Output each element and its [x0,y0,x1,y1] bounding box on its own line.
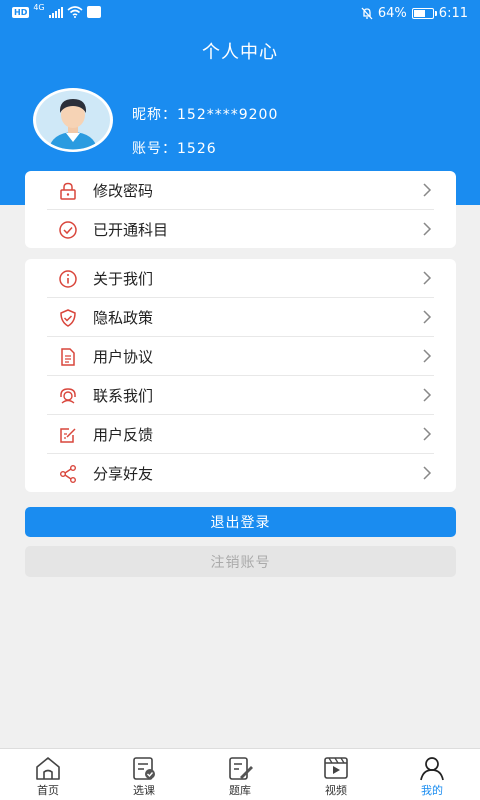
menu-item-label: 关于我们 [93,270,154,288]
menu-item-label: 用户反馈 [93,426,154,444]
chevron-right-icon [423,271,432,285]
status-bar: HD 4G 64% 6:11 [0,0,480,30]
menu-item-contact-us[interactable]: 联系我们 [25,376,456,415]
network-type: 4G [33,3,45,12]
chevron-right-icon [423,388,432,402]
page-title: 个人中心 [202,42,278,63]
menu-item-share-friends[interactable]: 分享好友 [25,454,456,493]
feedback-icon [57,424,79,446]
bottom-tab-bar: 首页 选课 题库 视频 我的 [0,748,480,800]
check-circle-icon [57,219,79,241]
document-icon [57,346,79,368]
info-menu-card: 关于我们 隐私政策 用户协议 联系我们 用户反馈 分享好友 [25,259,456,492]
nickname-label: 昵称： [132,107,177,123]
course-icon [133,757,155,780]
tab-label: 视频 [325,784,347,797]
nickname-value: 152****9200 [177,107,279,123]
chevron-right-icon [423,466,432,480]
chevron-right-icon [423,427,432,441]
mute-bell-icon [361,7,373,20]
account-label: 账号： [132,141,177,157]
menu-item-label: 隐私政策 [93,309,154,327]
tab-label: 首页 [37,784,59,797]
profile-icon [420,757,444,781]
account-settings-card: 修改密码 已开通科目 [25,171,456,248]
tab-video[interactable]: 视频 [288,749,384,800]
tab-label: 选课 [133,784,155,797]
menu-item-user-feedback[interactable]: 用户反馈 [25,415,456,454]
shield-icon [57,307,79,329]
battery-percent: 64% [377,6,407,21]
share-icon [57,463,79,485]
signal-icon [48,6,63,18]
chevron-right-icon [423,222,432,236]
notification-app-icon [86,6,101,18]
menu-item-label: 已开通科目 [93,221,169,239]
avatar[interactable] [32,87,114,153]
logout-button[interactable]: 退出登录 [25,507,456,537]
tab-label: 我的 [421,784,443,797]
nickname-line: 昵称：152****9200 [132,98,278,132]
menu-item-privacy-policy[interactable]: 隐私政策 [25,298,456,337]
tab-profile[interactable]: 我的 [384,749,480,800]
menu-item-user-agreement[interactable]: 用户协议 [25,337,456,376]
account-value: 1526 [177,141,217,157]
menu-item-about-us[interactable]: 关于我们 [25,259,456,298]
battery-icon [411,8,437,19]
user-info: 昵称：152****9200 账号：1526 [132,98,278,166]
menu-item-change-password[interactable]: 修改密码 [25,171,456,210]
tab-home[interactable]: 首页 [0,749,96,800]
lock-icon [57,180,79,202]
wifi-icon [67,6,83,18]
clock: 6:11 [438,6,468,21]
hd-badge: HD [12,6,30,18]
info-icon [57,268,79,290]
menu-item-label: 分享好友 [93,465,154,483]
menu-item-label: 修改密码 [93,182,154,200]
chevron-right-icon [423,183,432,197]
account-line: 账号：1526 [132,132,278,166]
question-bank-icon [229,757,253,780]
menu-item-label: 联系我们 [93,387,154,405]
home-icon [36,757,60,780]
tab-label: 题库 [229,784,251,797]
chevron-right-icon [423,310,432,324]
menu-item-opened-subjects[interactable]: 已开通科目 [25,210,456,249]
video-icon [324,757,348,779]
support-icon [57,385,79,407]
tab-courses[interactable]: 选课 [96,749,192,800]
tab-question-bank[interactable]: 题库 [192,749,288,800]
cancel-account-button[interactable]: 注销账号 [25,546,456,577]
chevron-right-icon [423,349,432,363]
menu-item-label: 用户协议 [93,348,154,366]
